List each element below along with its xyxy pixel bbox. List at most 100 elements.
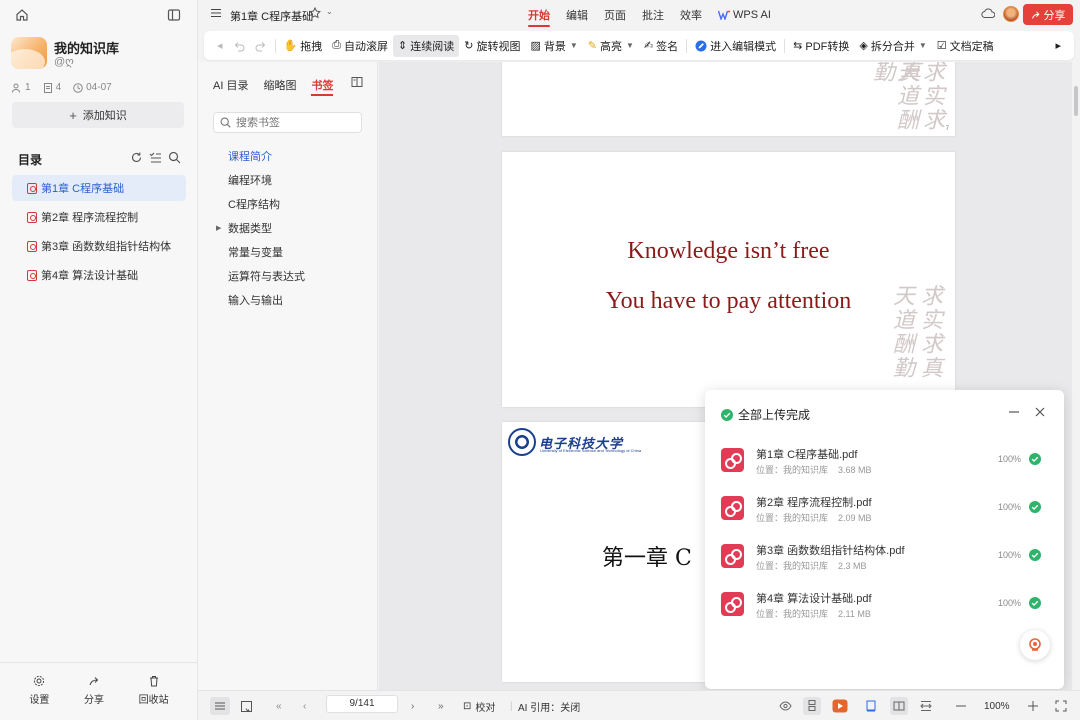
filter-list-icon[interactable] <box>149 151 162 164</box>
edit-mode-button[interactable]: 进入编辑模式 <box>690 35 781 57</box>
background-button[interactable]: ▨ 背景 ▼ <box>525 35 582 57</box>
auto-scroll-button[interactable]: ⎙ 自动滚屏 <box>327 35 393 57</box>
scrollbar-thumb[interactable] <box>1074 86 1078 116</box>
two-page-icon[interactable] <box>890 697 908 715</box>
highlighter-icon: ✎ <box>587 40 598 52</box>
toc-item[interactable]: 第4章 算法设计基础 <box>12 262 186 288</box>
share-kb-button[interactable]: 分享 <box>84 663 104 720</box>
eye-icon[interactable] <box>779 697 792 715</box>
title-bar: 第1章 C程序基础 ⌄ 开始 编辑 页面 批注 效率 WPS AI 分享 <box>198 0 1080 28</box>
menu-icon[interactable] <box>210 7 222 19</box>
bookmark-item[interactable]: 编程环境 <box>216 168 366 192</box>
continuous-view-icon[interactable] <box>803 697 821 715</box>
last-page-icon[interactable]: » <box>438 697 444 715</box>
undo-icon[interactable] <box>228 35 250 57</box>
prev-page-icon[interactable]: ‹ <box>303 697 306 715</box>
chevron-down-icon[interactable]: ⌄ <box>326 7 333 16</box>
sign-button[interactable]: ✍ 签名 <box>639 35 683 57</box>
tab-annotate[interactable]: 批注 <box>642 7 664 23</box>
bookmark-search[interactable] <box>213 112 362 133</box>
settings-button[interactable]: 设置 <box>29 663 49 720</box>
bookmark-search-input[interactable] <box>236 116 346 129</box>
search-icon[interactable] <box>168 151 181 164</box>
check-circle-icon <box>1029 549 1041 561</box>
file-size: 2.11 MB <box>838 609 871 619</box>
star-icon[interactable] <box>309 7 321 19</box>
continuous-read-button[interactable]: ⇕ 连续阅读 <box>393 34 460 57</box>
toc-item[interactable]: 第1章 C程序基础 <box>12 175 186 201</box>
cloud-sync-icon[interactable] <box>981 7 995 19</box>
back-arrow-icon[interactable]: ◂ <box>212 35 228 57</box>
page-indicator[interactable]: 9/141 <box>326 695 398 713</box>
proofread-button[interactable]: ⊡ 校对 <box>463 697 495 715</box>
panel-toggle-icon[interactable] <box>351 76 363 88</box>
pdf-convert-button[interactable]: ⇆ PDF转换 <box>788 35 854 57</box>
fit-width-icon[interactable] <box>920 697 932 715</box>
hand-icon: ✋ <box>283 40 298 52</box>
chevron-down-icon: ▼ <box>626 41 634 50</box>
collapse-sidebar-icon[interactable] <box>167 8 183 24</box>
drag-button[interactable]: ✋ 拖拽 <box>279 35 328 57</box>
background-icon: ▨ <box>530 40 541 52</box>
refresh-icon[interactable] <box>130 151 143 164</box>
tab-start[interactable]: 开始 <box>528 7 550 27</box>
minimize-icon[interactable] <box>1008 406 1020 418</box>
knowledge-sidebar: 我的知识库 @ღ 1 4 04-07 + 添加知识 目录 第1章 C程序基础 第… <box>0 0 198 720</box>
zoom-out-icon[interactable] <box>955 697 967 715</box>
calligraphy: 求实求真 <box>895 62 944 132</box>
ai-assistant-button[interactable] <box>1020 630 1050 660</box>
finalize-button[interactable]: ☑ 文档定稿 <box>932 35 999 57</box>
bookmark-item[interactable]: 课程简介 <box>216 144 366 168</box>
tab-edit[interactable]: 编辑 <box>566 7 588 23</box>
first-page-icon[interactable]: « <box>276 697 282 715</box>
fullscreen-icon[interactable] <box>1055 697 1067 715</box>
file-size: 3.68 MB <box>838 465 872 475</box>
upload-item[interactable]: 第2章 程序流程控制.pdf 位置：我的知识库 2.09 MB 100% <box>721 494 1046 534</box>
highlight-button[interactable]: ✎ 高亮 ▼ <box>583 35 639 57</box>
redo-icon[interactable] <box>250 35 272 57</box>
pdf-icon <box>721 496 744 520</box>
next-page-icon[interactable]: › <box>411 697 414 715</box>
add-knowledge-button[interactable]: + 添加知识 <box>12 102 184 128</box>
wps-ai-icon <box>718 10 730 20</box>
avatar[interactable] <box>1003 6 1019 22</box>
trash-button[interactable]: 回收站 <box>139 663 169 720</box>
members-count: 1 <box>12 82 31 93</box>
bookmark-item[interactable]: 常量与变量 <box>216 240 366 264</box>
split-merge-button[interactable]: ◈ 拆分合并 ▼ <box>854 35 931 57</box>
expand-caret-icon[interactable]: ▶ <box>216 224 221 232</box>
tab-ai-toc[interactable]: AI 目录 <box>213 77 248 93</box>
bookmark-add-icon[interactable] <box>240 697 253 715</box>
toc-item[interactable]: 第3章 函数数组指针结构体 <box>12 233 186 259</box>
bookmark-item-expandable[interactable]: ▶ 数据类型 <box>216 216 366 240</box>
bookmark-item[interactable]: 输入与输出 <box>216 288 366 312</box>
nav-panel-toggle-icon[interactable] <box>210 697 230 715</box>
upload-item[interactable]: 第3章 函数数组指针结构体.pdf 位置：我的知识库 2.3 MB 100% <box>721 542 1046 582</box>
home-icon[interactable] <box>15 8 31 24</box>
tab-thumbnails[interactable]: 缩略图 <box>263 77 296 93</box>
edit-mode-icon <box>695 40 707 51</box>
knowledge-base-logo <box>11 37 47 69</box>
pdf-icon <box>721 592 744 616</box>
upload-item[interactable]: 第1章 C程序基础.pdf 位置：我的知识库 3.68 MB 100% <box>721 446 1046 486</box>
bookmark-item[interactable]: 运算符与表达式 <box>216 264 366 288</box>
play-icon[interactable] <box>832 697 848 715</box>
tab-page[interactable]: 页面 <box>604 7 626 23</box>
bookmark-item[interactable]: C程序结构 <box>216 192 366 216</box>
close-icon[interactable] <box>1034 406 1046 418</box>
scrollbar[interactable] <box>1072 62 1080 690</box>
tab-wps-ai[interactable]: WPS AI <box>718 7 771 23</box>
zoom-in-icon[interactable] <box>1027 697 1039 715</box>
single-page-icon[interactable] <box>865 697 877 715</box>
rotate-view-button[interactable]: ↻ 旋转视图 <box>459 35 525 57</box>
tab-efficiency[interactable]: 效率 <box>680 7 702 23</box>
upload-item[interactable]: 第4章 算法设计基础.pdf 位置：我的知识库 2.11 MB 100% <box>721 590 1046 630</box>
share-button[interactable]: 分享 <box>1023 4 1073 25</box>
tab-bookmarks[interactable]: 书签 <box>311 77 334 96</box>
toc-title: 目录 <box>18 153 43 167</box>
continuous-read-icon: ⇕ <box>398 40 408 52</box>
more-tools-icon[interactable]: ▸ <box>1050 35 1066 57</box>
toc-item[interactable]: 第2章 程序流程控制 <box>12 204 186 230</box>
ai-cite-toggle[interactable]: AI 引用：关闭 <box>518 697 580 715</box>
zoom-level[interactable]: 100% <box>984 697 1010 715</box>
